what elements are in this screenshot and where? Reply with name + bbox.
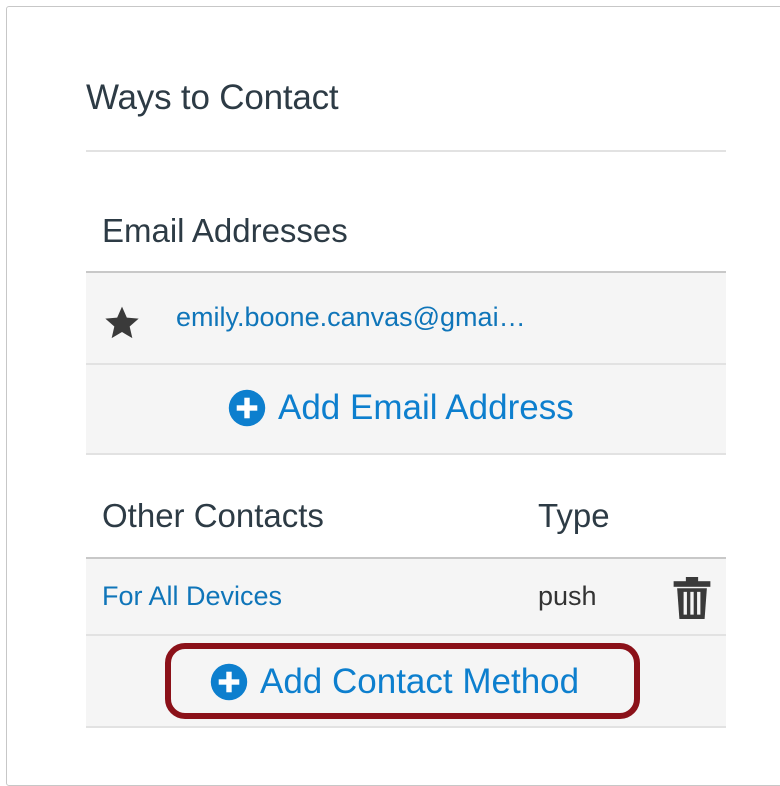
add-contact-method-button[interactable]: Add Contact Method [210, 662, 579, 702]
title-divider [86, 150, 726, 152]
other-contacts-heading: Other Contacts [102, 497, 324, 534]
plus-circle-icon [228, 389, 266, 427]
add-contact-method-label: Add Contact Method [260, 662, 580, 701]
contacts-header-divider [86, 557, 726, 559]
email-addresses-heading: Email Addresses [102, 212, 348, 249]
type-column-heading: Type [538, 497, 610, 534]
contact-name-link[interactable]: For All Devices [102, 581, 282, 612]
plus-circle-icon [210, 663, 248, 701]
trash-icon[interactable] [671, 575, 713, 621]
ways-to-contact-title: Ways to Contact [86, 78, 339, 117]
email-header-divider [86, 271, 726, 273]
contacts-section-divider [86, 726, 726, 728]
add-email-address-label: Add Email Address [278, 388, 574, 427]
contact-type-value: push [538, 581, 597, 611]
star-icon[interactable] [102, 303, 142, 343]
ways-to-contact-panel: Ways to Contact Email Addresses emily.bo… [86, 0, 726, 771]
email-section-divider [86, 453, 726, 455]
email-row-divider [86, 363, 726, 365]
email-address-link[interactable]: emily.boone.canvas@gmai… [176, 302, 526, 333]
contact-row-divider [86, 634, 726, 636]
add-email-address-button[interactable]: Add Email Address [228, 388, 574, 428]
